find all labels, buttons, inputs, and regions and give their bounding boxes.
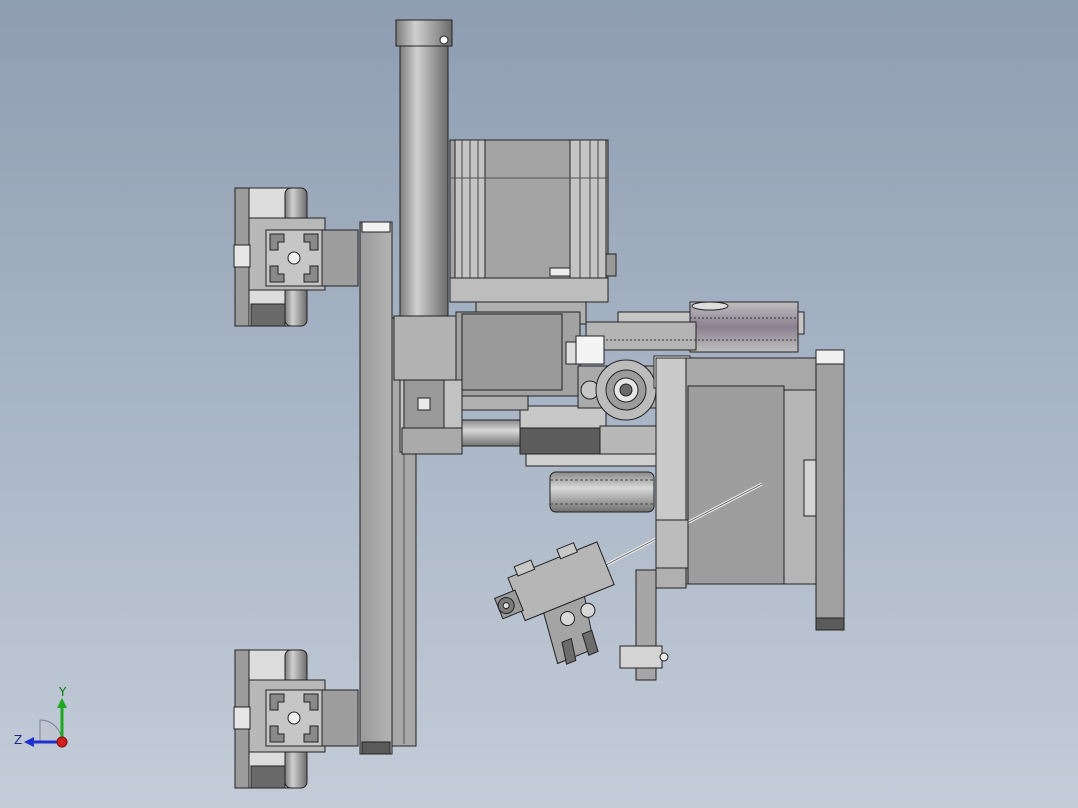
belt-pulley-drive[interactable] bbox=[565, 301, 805, 365]
upper-roller-block[interactable] bbox=[233, 187, 359, 327]
lower-roller-block[interactable] bbox=[233, 649, 359, 789]
orientation-triad: Y Z bbox=[14, 685, 68, 748]
triad-z-label: Z bbox=[14, 733, 22, 747]
cad-graphics-viewport[interactable]: Y Z bbox=[0, 0, 1078, 808]
triad-origin-x-axis bbox=[56, 736, 68, 748]
triad-y-arrow bbox=[57, 698, 67, 708]
cad-assembly-model[interactable] bbox=[0, 0, 1078, 808]
stepper-motor[interactable] bbox=[449, 139, 617, 325]
vertical-column-tube[interactable] bbox=[395, 19, 453, 319]
triad-y-label: Y bbox=[58, 685, 67, 699]
welding-torch-head[interactable] bbox=[486, 535, 635, 680]
central-gearbox-block[interactable] bbox=[393, 311, 607, 455]
triad-z-arrow bbox=[24, 737, 34, 747]
torch-holder-bracket[interactable] bbox=[619, 519, 689, 681]
